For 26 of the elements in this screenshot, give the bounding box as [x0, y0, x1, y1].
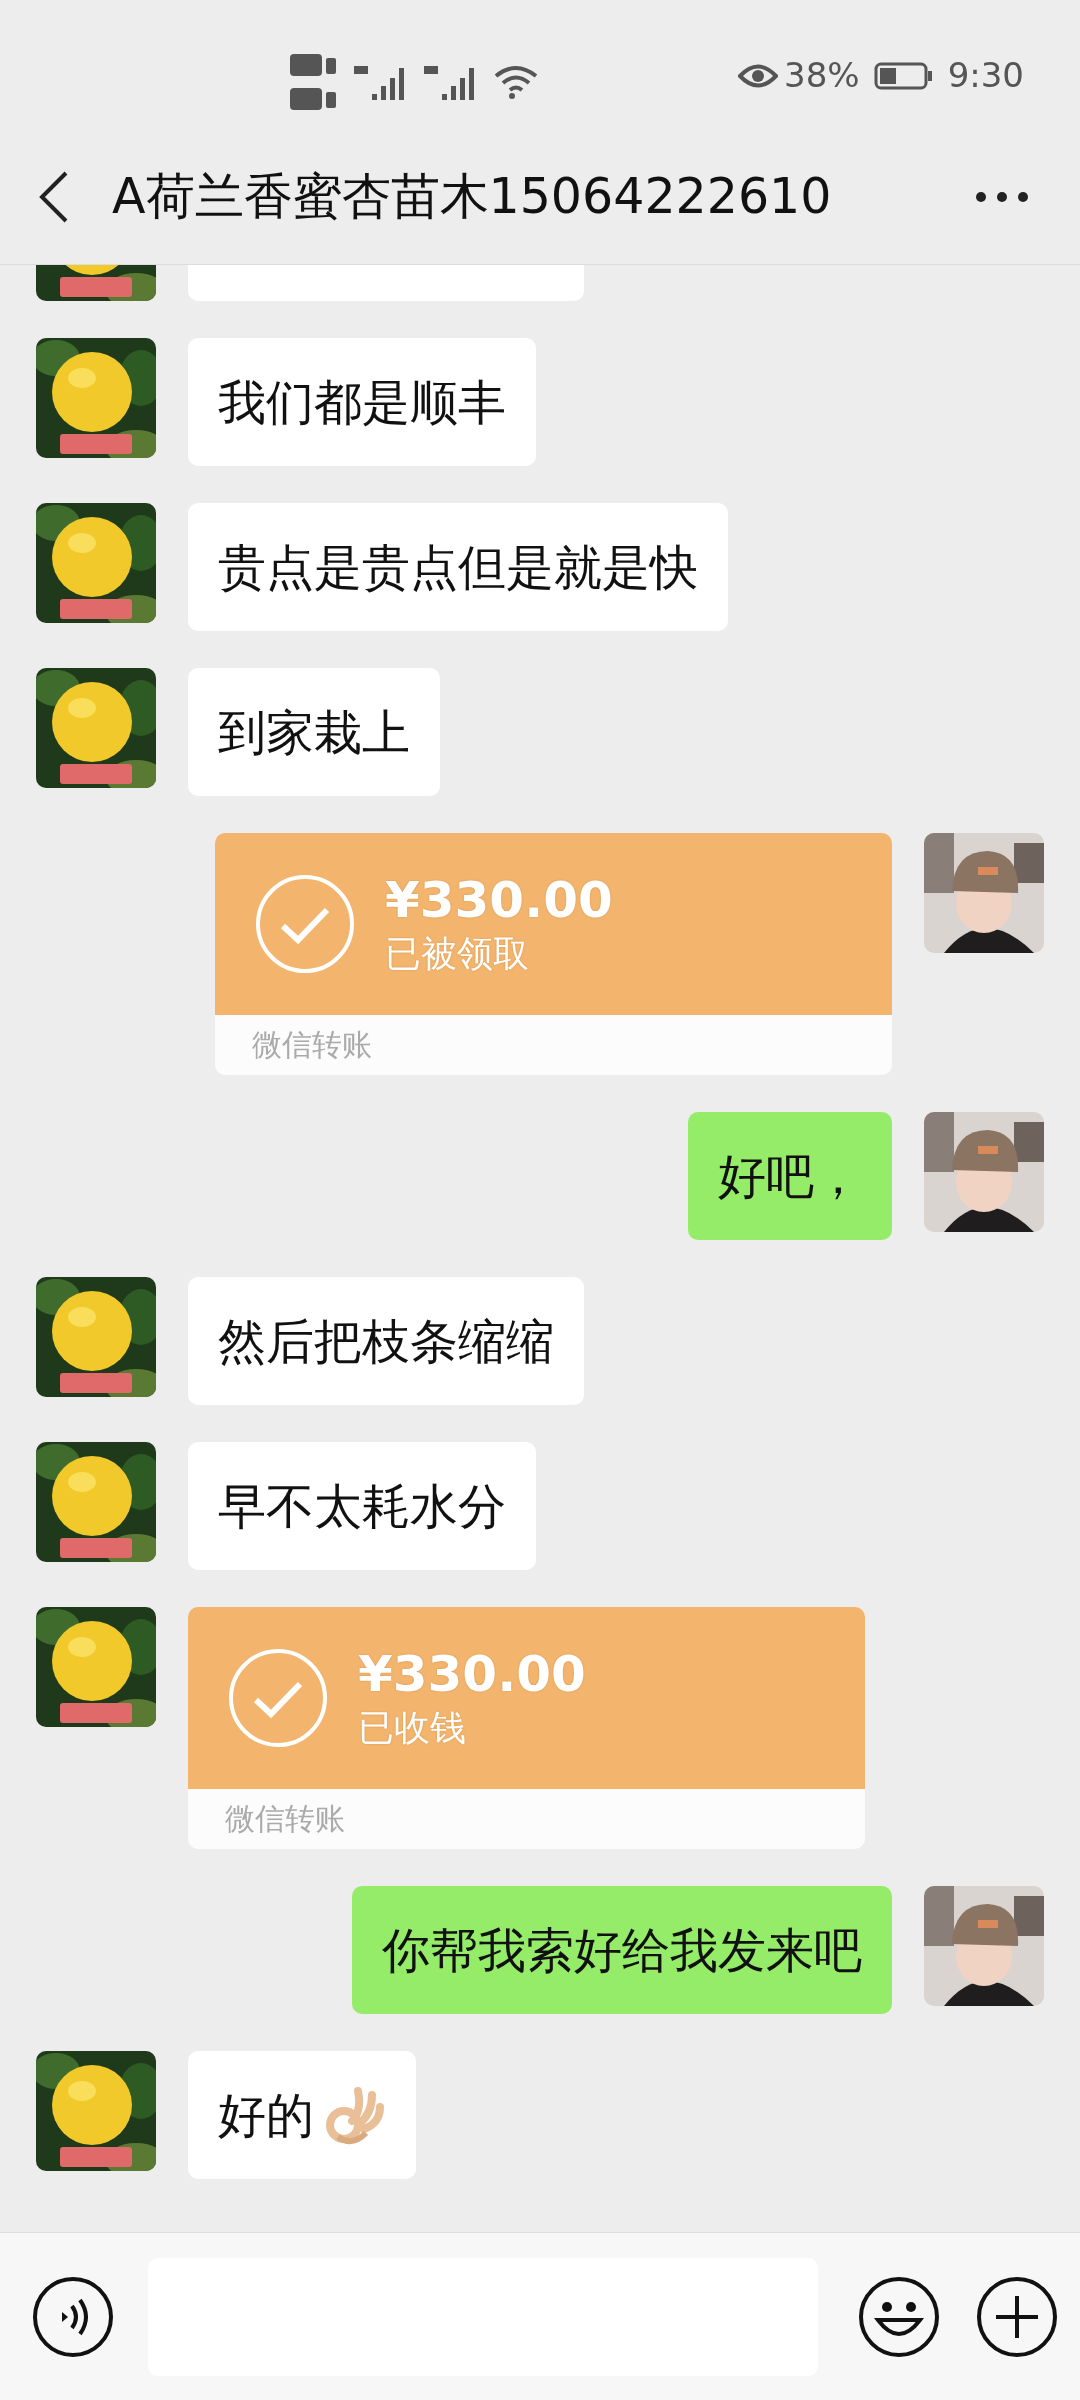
- message-bubble: 然后把枝条缩缩: [188, 1277, 584, 1405]
- check-circle-icon: [255, 874, 355, 974]
- message-text: 好的: [218, 2086, 314, 2145]
- transfer-status: 已被领取: [385, 932, 530, 976]
- check-circle-icon: [228, 1648, 328, 1748]
- message-bubble: 到家栽上: [188, 668, 440, 796]
- emoji-icon[interactable]: [858, 2275, 940, 2358]
- transfer-label: 微信转账: [188, 1789, 865, 1849]
- back-icon[interactable]: [38, 169, 70, 225]
- transfer-amount: ¥330.00: [385, 870, 613, 930]
- message-bubble: 贵点是贵点但是就是快: [188, 503, 728, 631]
- transfer-status: 已收钱: [358, 1706, 467, 1750]
- message-bubble: 好吧，: [688, 1112, 892, 1240]
- more-icon[interactable]: [974, 190, 1030, 204]
- chat-title: A荷兰香蜜杏苗木15064222610: [112, 167, 832, 228]
- wifi-icon: [494, 64, 538, 100]
- transfer-label: 微信转账: [215, 1015, 892, 1075]
- message-bubble: 我们都是顺丰: [188, 338, 536, 466]
- message-bubble: 你帮我索好给我发来吧: [352, 1886, 892, 2014]
- battery-icon: [873, 60, 934, 91]
- transfer-amount: ¥330.00: [358, 1644, 586, 1704]
- message-bubble: 早不太耗水分: [188, 1442, 536, 1570]
- battery-percent: 38%: [784, 54, 860, 97]
- add-icon[interactable]: [976, 2275, 1058, 2358]
- clock-time: 9:30: [947, 54, 1024, 97]
- voice-icon[interactable]: [32, 2275, 114, 2358]
